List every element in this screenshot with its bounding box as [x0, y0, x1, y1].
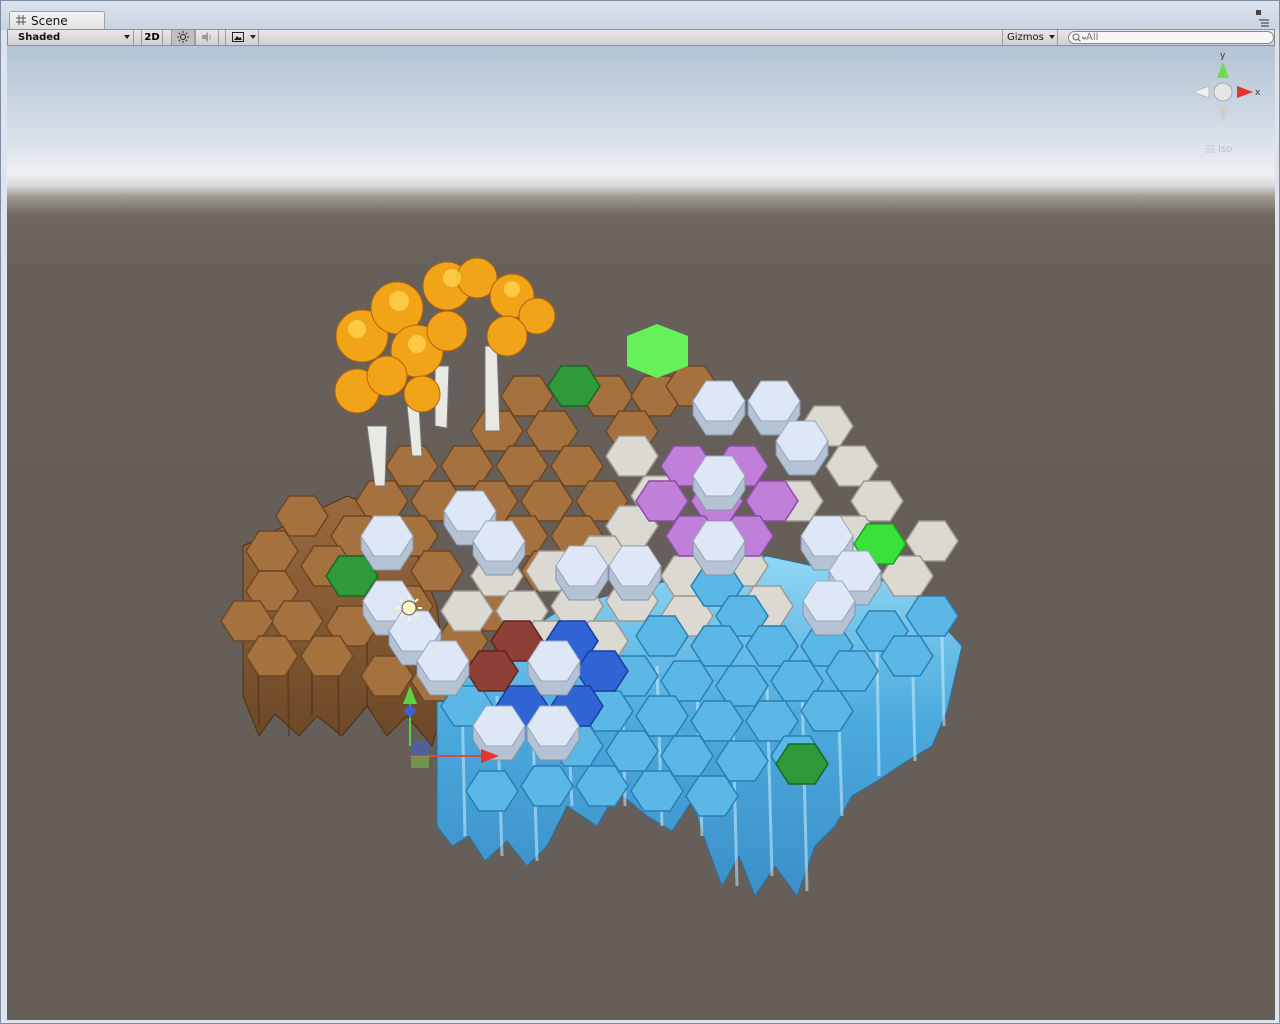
scene-audio-toggle[interactable]: [195, 30, 219, 45]
axis-y-label: y: [1220, 51, 1226, 61]
snow-block: [526, 705, 580, 761]
snow-block: [692, 380, 746, 436]
scene-lighting-toggle[interactable]: [171, 30, 195, 45]
scene-effects-dropdown[interactable]: [225, 30, 259, 45]
speaker-icon: [202, 32, 211, 42]
snow-block: [472, 520, 526, 576]
chevron-down-icon: [250, 35, 256, 39]
projection-toggle[interactable]: Iso: [1205, 144, 1232, 155]
toggle-2d-button[interactable]: 2D: [141, 30, 163, 45]
snow-block: [360, 515, 414, 571]
search-input[interactable]: All: [1068, 31, 1274, 44]
chevron-down-icon: [124, 35, 130, 39]
tab-strip: Scene: [1, 1, 1279, 30]
chevron-down-icon: [1049, 35, 1055, 39]
snow-block: [692, 455, 746, 511]
snow-block: [692, 520, 746, 576]
tab-label: Scene: [31, 14, 68, 28]
projection-label: Iso: [1218, 144, 1232, 155]
snow-block: [555, 545, 609, 601]
snow-block: [416, 640, 470, 696]
context-menu-icon[interactable]: [1259, 19, 1269, 27]
scene-window: Scene Shaded 2D Gizmos All y x Iso: [0, 0, 1280, 1024]
scene-orientation-gizmo[interactable]: y x: [1191, 51, 1261, 122]
search-placeholder: All: [1086, 32, 1099, 43]
snow-block: [775, 420, 829, 476]
shading-mode-dropdown[interactable]: Shaded: [8, 30, 134, 45]
toggle-2d-label: 2D: [144, 32, 160, 43]
search-icon: [1072, 33, 1086, 42]
snow-block: [608, 545, 662, 601]
scene-toolbar: Shaded 2D Gizmos All: [7, 29, 1275, 46]
gizmos-label: Gizmos: [1007, 32, 1044, 43]
sun-icon: [177, 31, 189, 43]
gizmos-dropdown[interactable]: Gizmos: [1002, 30, 1058, 45]
snow-block: [527, 640, 581, 696]
tab-scene[interactable]: Scene: [9, 11, 105, 30]
snow-block: [802, 580, 856, 636]
snow-block: [472, 705, 526, 761]
scene-viewport[interactable]: y x Iso: [7, 46, 1275, 1020]
shading-mode-label: Shaded: [18, 32, 61, 43]
grid-icon: [16, 15, 26, 25]
maximize-icon[interactable]: [1256, 10, 1261, 15]
image-icon: [232, 32, 244, 42]
axis-x-label: x: [1255, 88, 1261, 98]
window-menu[interactable]: [1249, 8, 1269, 28]
